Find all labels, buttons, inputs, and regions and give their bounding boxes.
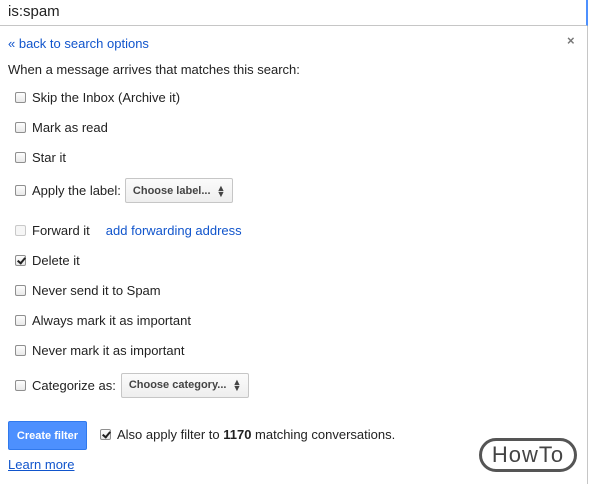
- also-apply-checkbox[interactable]: [100, 428, 111, 440]
- delete-it-checkbox[interactable]: [15, 254, 26, 266]
- option-label: Skip the Inbox (Archive it): [32, 89, 181, 105]
- option-label: Forward it: [32, 222, 90, 238]
- select-arrows-icon: ▲ ▼: [232, 377, 242, 393]
- also-apply-suffix: matching conversations.: [251, 426, 396, 442]
- option-label: Mark as read: [32, 119, 108, 135]
- never-important-checkbox[interactable]: [15, 344, 26, 356]
- add-forwarding-address-link[interactable]: add forwarding address: [106, 223, 242, 238]
- option-apply-label[interactable]: Apply the label: Choose label... ▲ ▼: [15, 178, 234, 203]
- close-icon[interactable]: ×: [567, 33, 575, 48]
- option-never-important[interactable]: Never mark it as important: [15, 341, 184, 359]
- select-value: Choose category...: [128, 379, 227, 391]
- option-delete-it[interactable]: Delete it: [15, 251, 80, 269]
- match-count: 1170: [223, 426, 252, 442]
- option-categorize[interactable]: Categorize as: Choose category... ▲ ▼: [15, 372, 250, 398]
- back-to-search-options-link[interactable]: « back to search options: [8, 36, 149, 51]
- select-arrows-icon: ▲ ▼: [216, 182, 226, 199]
- create-filter-button[interactable]: Create filter: [8, 421, 87, 450]
- choose-label-select[interactable]: Choose label... ▲ ▼: [124, 178, 234, 203]
- mark-as-read-checkbox[interactable]: [15, 121, 26, 133]
- option-label: Never mark it as important: [32, 342, 185, 358]
- howto-watermark: HowTo: [479, 438, 577, 472]
- option-forward-it: Forward it add forwarding address: [15, 221, 242, 239]
- choose-category-select[interactable]: Choose category... ▲ ▼: [120, 372, 250, 398]
- option-skip-inbox[interactable]: Skip the Inbox (Archive it): [15, 88, 180, 106]
- apply-label-checkbox[interactable]: [15, 185, 26, 196]
- also-apply-prefix: Also apply filter to: [117, 426, 224, 442]
- never-send-to-spam-checkbox[interactable]: [15, 284, 26, 296]
- skip-inbox-checkbox[interactable]: [15, 91, 26, 103]
- option-always-important[interactable]: Always mark it as important: [15, 311, 191, 329]
- option-label: Never send it to Spam: [32, 282, 161, 298]
- option-never-send-to-spam[interactable]: Never send it to Spam: [15, 281, 161, 299]
- star-it-checkbox[interactable]: [15, 151, 26, 163]
- categorize-checkbox[interactable]: [15, 379, 26, 391]
- option-label: Always mark it as important: [32, 312, 191, 328]
- option-label: Star it: [32, 149, 66, 165]
- option-label: Apply the label:: [32, 183, 121, 198]
- also-apply-option[interactable]: Also apply filter to 1170 matching conve…: [100, 425, 395, 443]
- search-bar[interactable]: is:spam: [0, 0, 588, 26]
- option-mark-as-read[interactable]: Mark as read: [15, 118, 108, 136]
- option-star-it[interactable]: Star it: [15, 148, 66, 166]
- always-important-checkbox[interactable]: [15, 314, 26, 326]
- select-value: Choose label...: [132, 184, 211, 197]
- forward-it-checkbox: [15, 224, 26, 236]
- learn-more-link[interactable]: Learn more: [8, 457, 74, 472]
- filter-intro-text: When a message arrives that matches this…: [8, 62, 300, 77]
- option-label: Delete it: [32, 252, 80, 268]
- option-label: Categorize as:: [32, 377, 116, 393]
- also-apply-text: Also apply filter to 1170 matching conve…: [117, 427, 395, 442]
- search-query[interactable]: is:spam: [8, 3, 60, 20]
